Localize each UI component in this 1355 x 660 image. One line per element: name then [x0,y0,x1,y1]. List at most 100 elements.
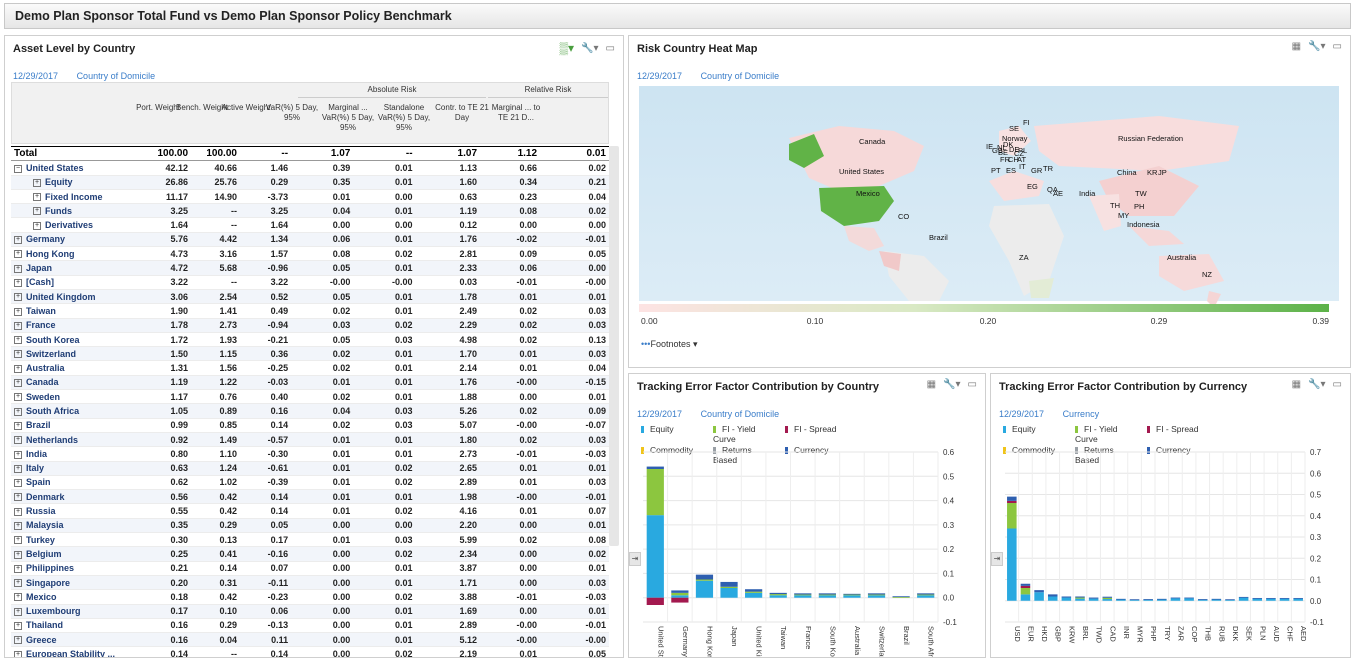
bar-segment[interactable] [917,593,935,595]
country-label[interactable]: ZA [1019,253,1029,262]
bar-segment[interactable] [1061,596,1072,598]
bar-segment[interactable] [695,574,714,580]
country-label[interactable]: NZ [1202,270,1212,279]
country-label[interactable]: ES [1006,166,1016,175]
bar-segment[interactable] [1184,598,1194,601]
bar-segment[interactable] [671,590,689,593]
bar-segment[interactable] [843,593,861,595]
expand-toggle-icon[interactable]: + [14,321,22,330]
wrench-icon[interactable]: 🔧▾ [1308,41,1325,52]
expand-toggle-icon[interactable]: + [14,421,22,430]
expand-toggle-icon[interactable]: + [14,278,22,287]
table-row[interactable]: + Spain 0.62 1.02 -0.39 0.01 0.02 2.89 0.01 0.03 [11,475,609,491]
bar-segment[interactable] [1020,585,1031,588]
table-row[interactable]: + Hong Kong 4.73 3.16 1.57 0.08 0.02 2.81 0.09 0.… [11,246,609,262]
table-row[interactable]: + Funds 3.25 -- 3.25 0.04 0.01 1.19 0.08 0.02 [11,203,609,219]
country-label[interactable]: Brazil [929,233,948,242]
maximize-icon[interactable]: ▭ [1333,41,1342,52]
country-label[interactable]: China [1117,168,1137,177]
table-row[interactable]: + Brazil 0.99 0.85 0.14 0.02 0.03 5.07 -0.00 -0.0… [11,418,609,433]
expand-toggle-icon[interactable]: + [14,479,22,488]
expand-toggle-icon[interactable]: + [14,564,22,573]
table-row[interactable]: + Canada 1.19 1.22 -0.03 0.01 0.01 1.76 -0.00 -0.… [11,375,609,391]
wrench-icon[interactable]: 🔧▾ [581,43,598,54]
bar-segment[interactable] [769,595,787,598]
expand-toggle-icon[interactable]: + [14,550,22,559]
bar-segment[interactable] [1047,596,1058,601]
bar-segment[interactable] [720,588,738,598]
bar-segment[interactable] [843,594,861,596]
country-label[interactable]: Mexico [856,189,880,198]
table-row[interactable]: + European Stability ... 0.14 -- 0.14 0.00 0.0… [11,646,609,657]
bar-segment[interactable] [1293,597,1303,599]
world-map[interactable]: 0.00 0.10 0.20 0.29 0.39 Canada United States… [639,86,1339,341]
maximize-icon[interactable]: ▭ [1333,379,1342,390]
bar-segment[interactable] [1225,599,1235,601]
bar-segment[interactable] [1143,599,1153,600]
bar-segment[interactable] [1170,598,1181,601]
bar-segment[interactable] [1129,599,1140,601]
country-label[interactable]: PH [1134,202,1144,211]
bar-segment[interactable] [818,594,836,596]
country-label[interactable]: QA [1047,185,1058,194]
table-row[interactable]: + Singapore 0.20 0.31 -0.11 0.00 0.01 1.71 0.00 0… [11,575,609,591]
table-row[interactable]: + Equity 26.86 25.76 0.29 0.35 0.01 1.60 0.34 0.2… [11,175,609,190]
table-row[interactable]: + Denmark 0.56 0.42 0.14 0.01 0.01 1.98 -0.00 -0.… [11,489,609,505]
expand-toggle-icon[interactable]: + [14,350,22,359]
table-scrollbar[interactable] [609,146,619,546]
expand-arrow-icon[interactable]: ⇥ [629,552,641,566]
bar-segment[interactable] [1184,597,1194,599]
grid-icon[interactable]: ▦ [1292,41,1301,52]
expand-toggle-icon[interactable]: + [14,293,22,302]
bar-segment[interactable] [1211,598,1222,600]
maximize-icon[interactable]: ▭ [968,379,977,390]
bar-segment[interactable] [745,589,763,592]
table-row[interactable]: + India 0.80 1.10 -0.30 0.01 0.01 2.73 -0.01 -0.0… [11,446,609,462]
table-row[interactable]: + Derivatives 1.64 -- 1.64 0.00 0.00 0.12 0.00 0.… [11,217,609,233]
bar-segment[interactable] [1116,598,1126,600]
expand-toggle-icon[interactable]: + [14,636,22,645]
bar-segment[interactable] [1047,594,1058,597]
bar-segment[interactable] [646,597,664,605]
bar-segment[interactable] [769,592,787,595]
bar-segment[interactable] [818,593,836,595]
expand-toggle-icon[interactable]: + [14,264,22,273]
bar-segment[interactable] [1197,599,1208,600]
column-header[interactable]: Standalone VaR(%) 5 Day, 95% [376,103,432,133]
bar-segment[interactable] [646,466,664,469]
expand-toggle-icon[interactable]: + [14,521,22,530]
bar-segment[interactable] [1034,592,1044,601]
bar-segment[interactable] [794,595,812,598]
table-row[interactable]: + Taiwan 1.90 1.41 0.49 0.02 0.01 2.49 0.02 0.03 [11,303,609,319]
bar-segment[interactable] [1266,597,1276,599]
expand-toggle-icon[interactable]: + [14,364,22,373]
chart-type-icon[interactable]: ▒▾ [560,41,575,55]
bar-segment[interactable] [1157,598,1167,600]
bar-segment[interactable] [671,595,689,598]
table-row[interactable]: − United States 42.12 40.66 1.46 0.39 0.01 1.13… [11,160,609,176]
wrench-icon[interactable]: 🔧▾ [1308,379,1325,390]
bar-segment[interactable] [695,580,714,598]
country-label[interactable]: MY [1118,211,1129,220]
country-label[interactable]: PT [991,166,1001,175]
column-header[interactable]: Contr. to TE 21 Day [434,103,490,123]
bar-segment[interactable] [1102,597,1113,600]
bar-segment[interactable] [1088,597,1099,599]
table-row[interactable]: + [Cash] 3.22 -- 3.22 -0.00 -0.00 0.03 -0.01 -0.0… [11,275,609,290]
country-label[interactable]: TH [1110,201,1120,210]
bar-segment[interactable] [671,597,689,603]
table-row[interactable]: + Netherlands 0.92 1.49 -0.57 0.01 0.01 1.80 0.0… [11,432,609,448]
bar-segment[interactable] [1088,598,1099,601]
table-row[interactable]: + Russia 0.55 0.42 0.14 0.01 0.02 4.16 0.01 0.07 [11,503,609,519]
expand-toggle-icon[interactable]: + [14,393,22,402]
expand-toggle-icon[interactable]: + [14,507,22,516]
expand-toggle-icon[interactable]: + [14,650,22,657]
table-row[interactable]: + Thailand 0.16 0.29 -0.13 0.00 0.01 2.89 -0.00-… [11,618,609,634]
table-row[interactable]: + South Korea 1.72 1.93 -0.21 0.05 0.03 4.98 0.0… [11,332,609,348]
expand-toggle-icon[interactable]: + [14,464,22,473]
bar-segment[interactable] [769,594,787,596]
bar-segment[interactable] [1007,496,1017,501]
expand-toggle-icon[interactable]: + [14,407,22,416]
expand-toggle-icon[interactable]: + [14,236,22,245]
bar-segment[interactable] [1102,599,1113,601]
